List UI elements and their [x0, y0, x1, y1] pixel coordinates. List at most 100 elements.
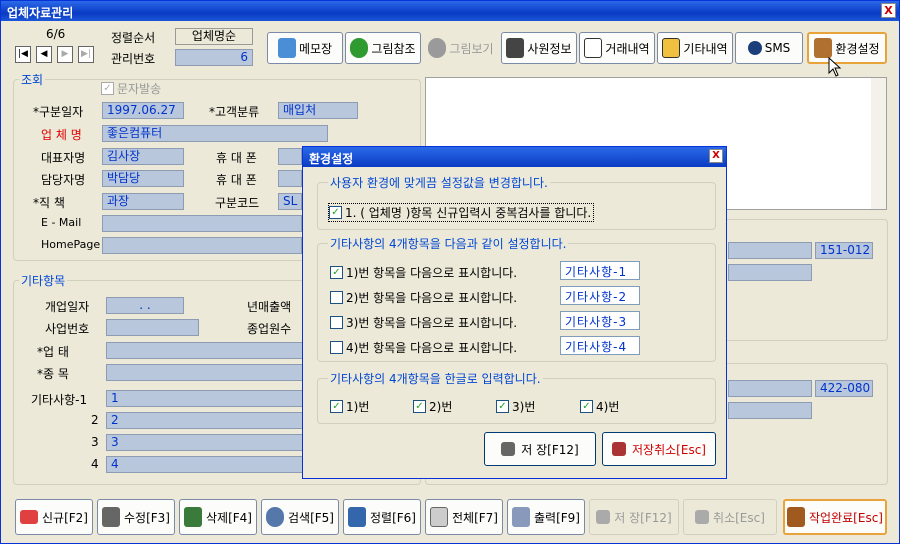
exit-door-icon: [787, 507, 806, 527]
employee-info-button[interactable]: 사원정보: [501, 32, 577, 64]
settings-dialog: 환경설정 X 사용자 환경에 맞게끔 설정값을 변경합니다. ✓ 1. ( 업체명…: [302, 146, 727, 479]
sms-checkbox[interactable]: ✓ 문자발송: [101, 80, 161, 97]
sms-button[interactable]: SMS: [735, 32, 803, 64]
print-button[interactable]: 출력[F9]: [507, 499, 585, 535]
position-field[interactable]: 과장: [102, 193, 184, 210]
all-button[interactable]: 전체[F7]: [425, 499, 503, 535]
korean-option-4[interactable]: ✓ 4)번: [580, 398, 619, 415]
date-label: *구분일자: [33, 105, 84, 119]
last-record-button[interactable]: ▶|: [78, 46, 94, 63]
date-field[interactable]: 1997.06.27: [102, 102, 184, 119]
edit-button[interactable]: 수정[F3]: [97, 499, 175, 535]
sort-button[interactable]: 정렬[F6]: [343, 499, 421, 535]
etc2-field[interactable]: 2: [106, 412, 306, 429]
bag-icon: [662, 38, 681, 58]
address1b-field[interactable]: [728, 264, 812, 281]
etc-labels-title: 기타사항의 4개항목을 다음과 같이 설정합니다.: [328, 235, 569, 252]
memo-button[interactable]: 메모장: [267, 32, 343, 64]
etc-option-1[interactable]: ✓ 1)번 항목을 다음으로 표시합니다.: [330, 264, 517, 281]
close-button[interactable]: X: [881, 3, 896, 18]
dialog-cancel-button[interactable]: 저장취소[Esc]: [602, 432, 716, 466]
zip2-field[interactable]: 422-080: [815, 380, 873, 397]
address2-field[interactable]: [728, 380, 812, 397]
mobile2-field[interactable]: [278, 170, 302, 187]
etc1-label: 기타사항-1: [31, 393, 88, 407]
checkbox-unchecked[interactable]: [330, 341, 343, 354]
etc-option-3[interactable]: 3)번 항목을 다음으로 표시합니다.: [330, 314, 517, 331]
new-button[interactable]: 신규[F2]: [15, 499, 93, 535]
etc-title: 기타항목: [19, 272, 68, 289]
ceo-field[interactable]: 김사장: [102, 148, 184, 165]
biztype-label: *업 태: [37, 345, 69, 359]
etc-label-3-field[interactable]: 기타사항-3: [560, 311, 640, 330]
homepage-field[interactable]: [102, 237, 302, 254]
checkbox-checked[interactable]: ✓: [580, 400, 593, 413]
email-field[interactable]: [102, 215, 302, 232]
image-view-button[interactable]: 그림보기: [423, 32, 499, 64]
notes-scrollbar[interactable]: [871, 78, 886, 209]
checkbox-checked[interactable]: ✓: [413, 400, 426, 413]
sort-field[interactable]: 업체명순: [175, 28, 253, 45]
settings-button[interactable]: 환경설정: [807, 32, 887, 64]
delete-button[interactable]: 삭제[F4]: [179, 499, 257, 535]
image-ref-button[interactable]: 그림참조: [345, 32, 421, 64]
customer-type-label: *고객분류: [209, 105, 260, 119]
etc3-field[interactable]: 3: [106, 434, 306, 451]
prev-record-button[interactable]: ◀: [36, 46, 52, 63]
dialog-close-button[interactable]: X: [709, 149, 723, 163]
manager-field[interactable]: 박담당: [102, 170, 184, 187]
title-bar: 업체자료관리: [1, 1, 899, 21]
address1-field[interactable]: [728, 242, 812, 259]
finish-button[interactable]: 작업완료[Esc]: [783, 499, 887, 535]
id-field: 6: [175, 49, 253, 66]
bizitem-label: *종 목: [37, 367, 69, 381]
company-field[interactable]: 좋은컴퓨터: [102, 125, 328, 142]
search-button[interactable]: 검색[F5]: [261, 499, 339, 535]
zip1-field[interactable]: 151-012: [815, 242, 873, 259]
employees-label: 종업원수: [247, 322, 292, 336]
customer-type-field[interactable]: 매입처: [278, 102, 358, 119]
sort-icon: [348, 507, 366, 527]
bizitem-field[interactable]: [106, 364, 306, 381]
tree-icon: [350, 38, 369, 58]
window-title: 업체자료관리: [7, 6, 74, 20]
korean-option-1[interactable]: ✓ 1)번: [330, 398, 369, 415]
next-record-button[interactable]: ▶: [57, 46, 73, 63]
record-counter: 6/6: [46, 27, 66, 41]
checkbox-checked[interactable]: ✓: [329, 206, 342, 219]
korean-input-title: 기타사항의 4개항목을 한글로 입력합니다.: [328, 370, 543, 387]
address2b-field[interactable]: [728, 402, 812, 419]
checkbox-unchecked[interactable]: [330, 291, 343, 304]
etc-option-2[interactable]: 2)번 항목을 다음으로 표시합니다.: [330, 289, 517, 306]
company-label: 업 체 명: [41, 128, 82, 142]
floppy-icon: [501, 442, 516, 456]
mobile1-field[interactable]: [278, 148, 302, 165]
korean-option-2[interactable]: ✓ 2)번: [413, 398, 452, 415]
checkbox-checked[interactable]: ✓: [330, 266, 343, 279]
etc1-field[interactable]: 1: [106, 390, 306, 407]
checkbox-checked[interactable]: ✓: [330, 400, 343, 413]
transactions-button[interactable]: 거래내역: [579, 32, 655, 64]
etc4-field[interactable]: 4: [106, 456, 306, 473]
etc-labels-group: 기타사항의 4개항목을 다음과 같이 설정합니다. ✓ 1)번 항목을 다음으로 …: [317, 235, 716, 362]
open-date-field[interactable]: . .: [106, 297, 184, 314]
memo-icon: [277, 38, 296, 58]
bizno-field[interactable]: [106, 319, 199, 336]
cancel-main-button[interactable]: 취소[Esc]: [683, 499, 777, 535]
etc-option-4[interactable]: 4)번 항목을 다음으로 표시합니다.: [330, 339, 517, 356]
biztype-field[interactable]: [106, 342, 306, 359]
code-label: 구분코드: [215, 196, 260, 210]
etc-label-1-field[interactable]: 기타사항-1: [560, 261, 640, 280]
korean-option-3[interactable]: ✓ 3)번: [496, 398, 535, 415]
checkbox-checked[interactable]: ✓: [496, 400, 509, 413]
other-details-button[interactable]: 기타내역: [657, 32, 733, 64]
code-field[interactable]: SL: [278, 193, 302, 210]
etc-label-2-field[interactable]: 기타사항-2: [560, 286, 640, 305]
etc2-label: 2: [91, 413, 99, 427]
dialog-save-button[interactable]: 저 장[F12]: [484, 432, 596, 466]
first-record-button[interactable]: |◀: [15, 46, 31, 63]
checkbox-unchecked[interactable]: [330, 316, 343, 329]
duplicate-check-option[interactable]: ✓ 1. ( 업체명 )항목 신규입력시 중복검사를 합니다.: [328, 203, 595, 222]
etc-label-4-field[interactable]: 기타사항-4: [560, 336, 640, 355]
save-main-button[interactable]: 저 장[F12]: [589, 499, 679, 535]
